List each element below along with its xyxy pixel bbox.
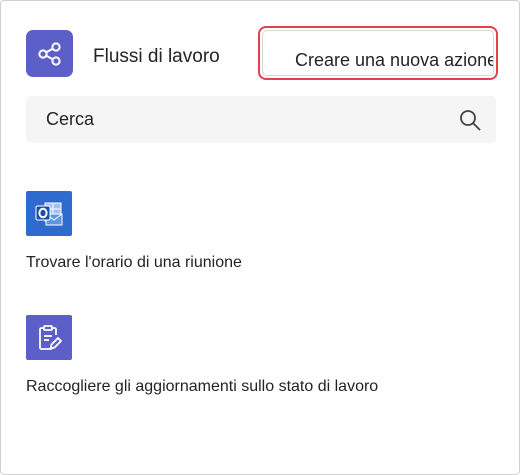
outlook-glyph-icon	[35, 202, 63, 225]
create-new-action-button[interactable]: Creare una nuova azione	[262, 30, 494, 76]
page-title: Flussi di lavoro	[93, 46, 220, 67]
workflow-label: Raccogliere gli aggiornamenti sullo stat…	[26, 378, 379, 395]
workflow-card-meeting-time[interactable]: Trovare l'orario di una riunione	[26, 191, 496, 281]
outlook-calendar-icon	[26, 191, 72, 236]
clipboard-edit-icon	[26, 315, 72, 360]
search-input[interactable]	[26, 96, 446, 143]
workflow-card-status-updates[interactable]: Raccogliere gli aggiornamenti sullo stat…	[26, 315, 496, 405]
workflows-panel: Flussi di lavoro Creare una nuova azione…	[0, 0, 520, 475]
share-nodes-icon	[37, 41, 61, 66]
workflows-app-icon	[26, 30, 73, 77]
workflow-label: Trovare l'orario di una riunione	[26, 254, 242, 271]
search-box	[26, 96, 496, 143]
clipboard-pencil-glyph-icon	[39, 324, 62, 350]
search-icon[interactable]	[458, 108, 482, 132]
